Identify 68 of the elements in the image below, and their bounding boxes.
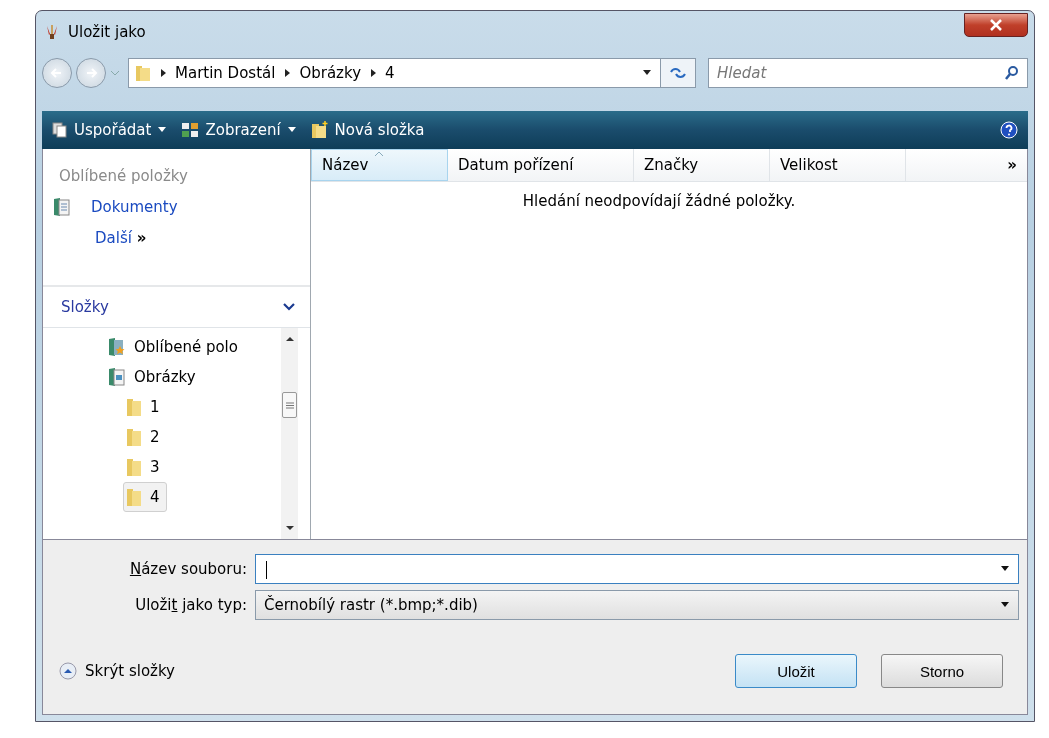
breadcrumb-item[interactable]: Martin Dostál [175,64,276,82]
address-bar[interactable]: Martin Dostál Obrázky 4 [128,58,661,88]
refresh-button[interactable] [660,58,696,88]
back-arrow-icon [50,66,64,80]
dialog-button[interactable]: Storno [881,654,1003,688]
document-library-icon [53,197,71,217]
forward-button[interactable] [76,58,106,88]
breadcrumb-item[interactable]: 4 [385,64,395,82]
window-title: Uložit jako [68,23,146,41]
toolbar-button[interactable]: Nová složka [310,121,425,139]
star-library-icon [108,337,126,357]
back-button[interactable] [42,58,72,88]
toolbar-button[interactable]: Zobrazení [181,121,297,139]
column-header[interactable]: Název [311,149,448,181]
folder-icon [135,64,151,82]
search-icon [1004,65,1020,81]
dropdown-caret-icon [642,70,652,76]
favorite-link[interactable]: Dokumenty [53,197,300,217]
tree-item[interactable]: 4 [123,482,167,512]
refresh-arrows-icon [669,66,687,80]
paintbrush-icon [44,24,60,40]
more-link[interactable]: Další » [95,229,300,247]
tree-item[interactable]: Obrázky [105,362,203,392]
field-label: Uložit jako typ: [134,596,247,614]
column-header[interactable]: Datum pořízení [448,149,634,181]
toolbar-button[interactable]: Uspořádat [52,121,168,139]
dropdown-caret-icon [157,127,168,133]
forward-arrow-icon [84,66,98,80]
new-folder-icon [310,121,329,139]
dialog-button[interactable]: Uložit [735,654,857,688]
scrollbar[interactable] [281,328,298,539]
grid-icon [181,122,200,138]
hide-folders-button[interactable]: Skrýt složky [51,662,175,680]
search-field[interactable]: Hledat [708,58,1028,88]
pages-icon [52,122,68,138]
chevron-right-icon [159,68,167,78]
scroll-up-arrow-icon[interactable] [285,336,294,342]
chevron-right-icon [283,68,292,78]
section-heading: Oblíbené položky [59,167,189,185]
dropdown-caret-icon [1000,602,1010,608]
collapse-circle-icon [59,662,77,680]
folder-icon [126,427,142,447]
tree-item[interactable]: 2 [123,422,167,452]
tree-item[interactable]: 1 [123,392,167,422]
more-columns-button[interactable]: » [1007,156,1017,174]
breadcrumb-item[interactable]: Obrázky [299,64,361,82]
close-icon [989,19,1003,31]
empty-message: Hledání neodpovídají žádné položky. [521,192,797,210]
dropdown-caret-icon [286,127,297,133]
column-header[interactable]: Značky [634,149,770,181]
folder-icon [126,457,142,477]
tree-item[interactable]: Oblíbené polo [105,332,245,362]
grip-lines-icon [285,401,294,409]
folders-header[interactable]: Složky [43,287,310,328]
picture-library-icon [108,367,126,387]
history-caret-icon [110,69,120,77]
scroll-down-arrow-icon[interactable] [285,525,294,531]
chevron-right-icon [369,68,377,78]
help-icon[interactable] [1000,121,1018,139]
folder-icon [126,487,142,507]
file-name-field[interactable] [255,554,1019,584]
column-header[interactable]: Velikost [770,149,906,181]
close-button[interactable] [964,13,1028,37]
field-label: Název souboru: [128,560,247,578]
folder-icon [126,397,142,417]
dropdown-caret-icon [1000,566,1010,572]
tree-item[interactable]: 3 [123,452,167,482]
file-type-dropdown[interactable]: Černobílý rastr (*.bmp;*.dib) [255,590,1019,620]
